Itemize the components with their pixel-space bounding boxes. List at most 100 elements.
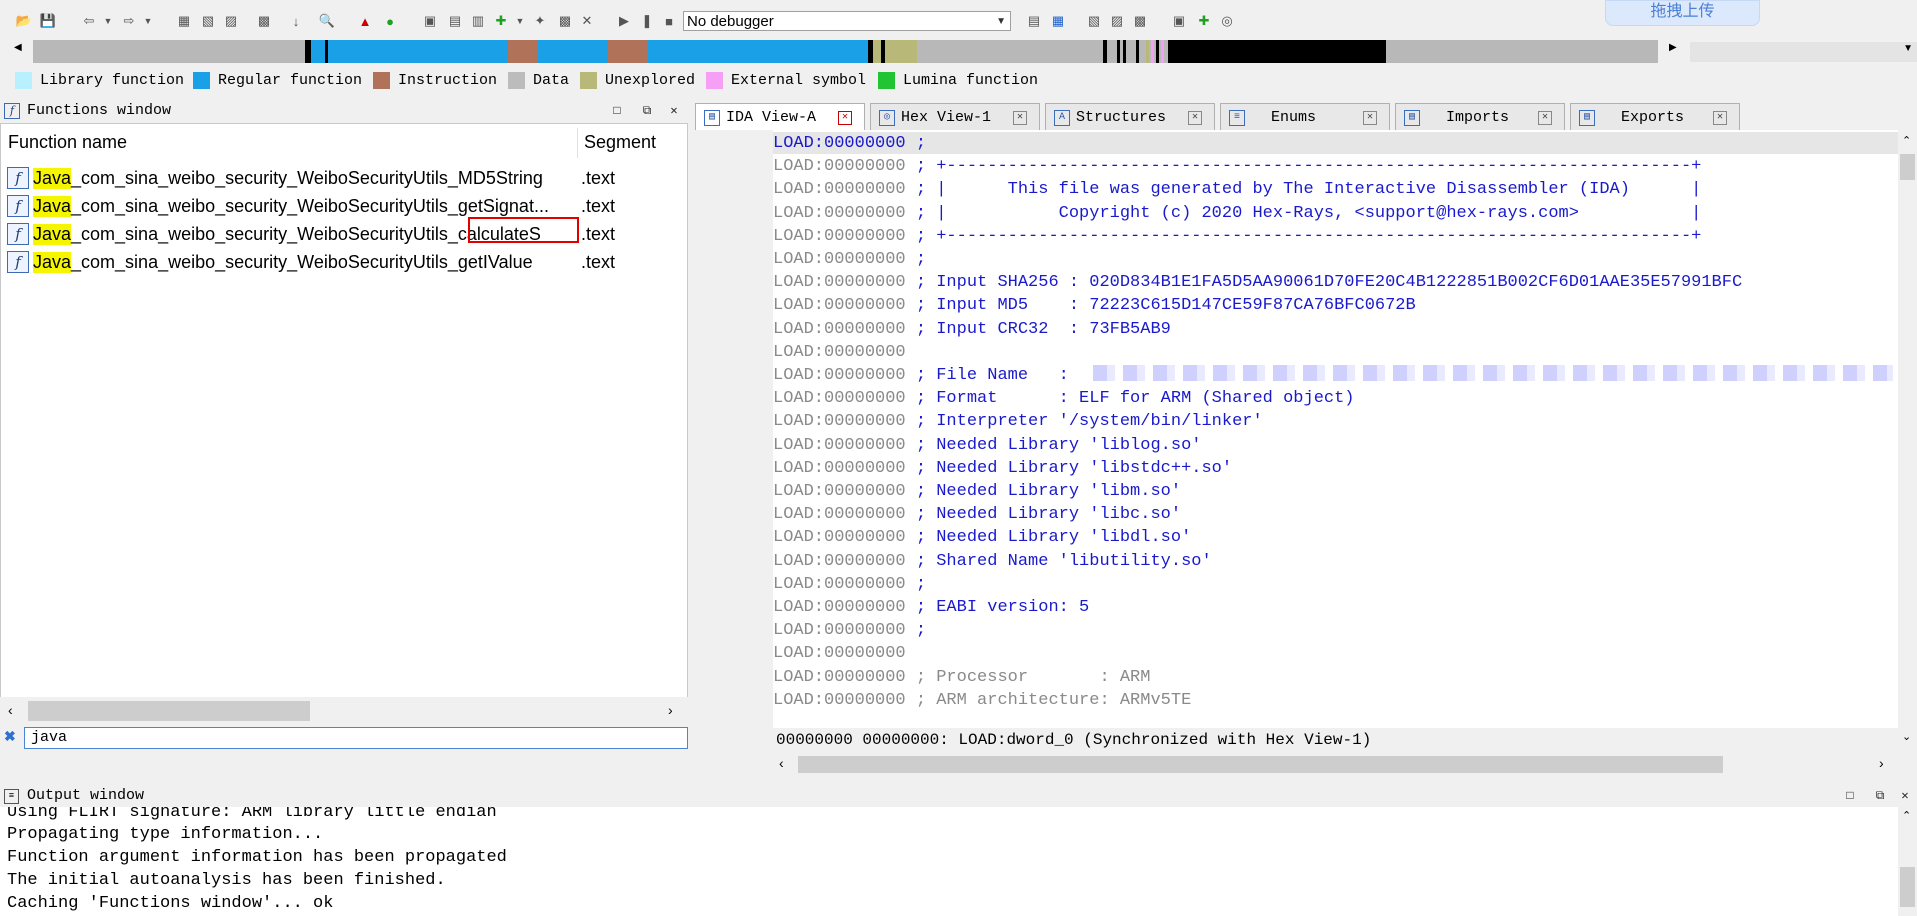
- ida-view-vertical-scrollbar[interactable]: ⌃ ⌄: [1898, 130, 1917, 752]
- disasm-line[interactable]: LOAD:00000000: [773, 341, 906, 364]
- search-text-icon[interactable]: ▧: [199, 12, 217, 30]
- scroll-left-icon[interactable]: ‹: [779, 755, 784, 771]
- forward-dropdown-icon[interactable]: ▼: [139, 12, 157, 30]
- plus-icon[interactable]: ✚: [492, 12, 510, 30]
- search-immediate-icon[interactable]: ▨: [222, 12, 240, 30]
- disasm-line[interactable]: LOAD:00000000 ;: [773, 619, 926, 642]
- close-icon[interactable]: ✕: [667, 104, 681, 118]
- tab-hex-view-1[interactable]: ◎ Hex View-1 ✕: [870, 103, 1040, 130]
- close-icon[interactable]: ✕: [838, 111, 852, 125]
- window-icon[interactable]: ▣: [1170, 12, 1188, 30]
- tracing-icon[interactable]: ▨: [1108, 12, 1126, 30]
- jump-icon[interactable]: ▩: [255, 12, 273, 30]
- plus-dropdown-icon[interactable]: ▼: [511, 12, 529, 30]
- col-divider[interactable]: [577, 128, 578, 158]
- nav-right-arrow-icon[interactable]: ▶: [1669, 42, 1677, 53]
- scroll-down-icon[interactable]: ⌄: [1902, 730, 1911, 743]
- output-vertical-scrollbar[interactable]: ⌃: [1898, 807, 1917, 916]
- disasm-line[interactable]: LOAD:00000000 ; Needed Library 'libc.so': [773, 503, 1181, 526]
- disasm-line[interactable]: LOAD:00000000 ; Format : ELF for ARM (Sh…: [773, 387, 1355, 410]
- close-icon[interactable]: ✕: [1898, 789, 1912, 803]
- ida-view-horizontal-scrollbar[interactable]: ‹ ›: [773, 752, 1900, 776]
- save-icon[interactable]: 💾: [39, 12, 57, 30]
- stop-icon[interactable]: ■: [660, 12, 678, 30]
- float-icon[interactable]: ⧉: [640, 104, 654, 118]
- debugger-select[interactable]: No debugger ▼: [683, 11, 1011, 31]
- lumina-pull-icon[interactable]: ◎: [1218, 12, 1236, 30]
- cross-icon[interactable]: ✕: [578, 12, 596, 30]
- function-row[interactable]: f Java _com_sina_weibo_security_WeiboSecu…: [1, 193, 687, 219]
- disasm-line[interactable]: LOAD:00000000 ; EABI version: 5: [773, 596, 1089, 619]
- lumina-push-icon[interactable]: ✚: [1195, 12, 1213, 30]
- plugin-icon[interactable]: ▩: [1131, 12, 1149, 30]
- scroll-right-icon[interactable]: ›: [668, 702, 673, 718]
- restore-icon[interactable]: □: [1843, 789, 1857, 803]
- col-segment[interactable]: Segment: [584, 132, 656, 153]
- filter-input[interactable]: java: [24, 727, 688, 749]
- disasm-line[interactable]: LOAD:00000000 ; Input CRC32 : 73FB5AB9: [773, 318, 1171, 341]
- add-struct-icon[interactable]: ▣: [421, 12, 439, 30]
- close-icon[interactable]: ✕: [1363, 111, 1377, 125]
- disasm-line[interactable]: LOAD:00000000 ; +-----------------------…: [773, 225, 1701, 248]
- function-row[interactable]: f Java _com_sina_weibo_security_WeiboSecu…: [1, 249, 687, 275]
- navigation-bar[interactable]: [33, 40, 1658, 63]
- col-function-name[interactable]: Function name: [8, 132, 127, 153]
- close-icon[interactable]: ✕: [1713, 111, 1727, 125]
- run-circle-icon[interactable]: ●: [381, 12, 399, 30]
- disasm-line[interactable]: LOAD:00000000 ; Processor : ARM: [773, 666, 1150, 689]
- close-icon[interactable]: ✕: [1013, 111, 1027, 125]
- disasm-line[interactable]: LOAD:00000000: [773, 642, 906, 665]
- disasm-line[interactable]: LOAD:00000000 ; Needed Library 'liblog.s…: [773, 434, 1201, 457]
- scrollbar-thumb[interactable]: [798, 756, 1723, 773]
- nav-left-arrow-icon[interactable]: ◀: [14, 42, 22, 53]
- breakpoint-icon[interactable]: ▧: [1085, 12, 1103, 30]
- disasm-line[interactable]: LOAD:00000000 ; | This file was generate…: [773, 178, 1701, 201]
- disasm-line[interactable]: LOAD:00000000 ; Needed Library 'libdl.so…: [773, 526, 1191, 549]
- tab-enums[interactable]: ≡ Enums ✕: [1220, 103, 1390, 130]
- functions-horizontal-scrollbar[interactable]: ‹ ›: [0, 697, 688, 725]
- upload-button[interactable]: 拖拽上传: [1605, 0, 1760, 26]
- camera-icon[interactable]: ▩: [556, 12, 574, 30]
- debugger-options-icon[interactable]: ▤: [1025, 12, 1043, 30]
- add-enum-icon[interactable]: ▤: [446, 12, 464, 30]
- pin-icon[interactable]: ✦: [531, 12, 549, 30]
- disasm-line[interactable]: LOAD:00000000 ; File Name :: [773, 364, 1069, 387]
- pause-icon[interactable]: ❚: [638, 12, 656, 30]
- disasm-line[interactable]: LOAD:00000000 ; Needed Library 'libstdc+…: [773, 457, 1232, 480]
- disasm-line[interactable]: LOAD:00000000 ; Interpreter '/system/bin…: [773, 410, 1263, 433]
- open-icon[interactable]: 📂: [15, 12, 33, 30]
- disasm-line[interactable]: LOAD:00000000 ; Shared Name 'libutility.…: [773, 550, 1212, 573]
- tab-ida-view-a[interactable]: ▤ IDA View-A ✕: [695, 103, 865, 130]
- ida-view-disassembly[interactable]: LOAD:00000000 ; LOAD:00000000 ; +--------…: [773, 130, 1900, 732]
- disasm-line[interactable]: LOAD:00000000 ;: [773, 132, 926, 155]
- disasm-line[interactable]: LOAD:00000000 ;: [773, 573, 926, 596]
- back-icon[interactable]: ⇦: [80, 12, 98, 30]
- tab-exports[interactable]: ▤ Exports ✕: [1570, 103, 1740, 130]
- close-icon[interactable]: ✕: [1538, 111, 1552, 125]
- scrollbar-thumb[interactable]: [28, 701, 310, 721]
- attach-icon[interactable]: ▦: [1049, 12, 1067, 30]
- scrollbar-thumb[interactable]: [1900, 867, 1915, 907]
- function-row[interactable]: f Java _com_sina_weibo_security_WeiboSecu…: [1, 165, 687, 191]
- export-icon[interactable]: ▥: [469, 12, 487, 30]
- disasm-line[interactable]: LOAD:00000000 ;: [773, 248, 926, 271]
- back-dropdown-icon[interactable]: ▼: [99, 12, 117, 30]
- down-arrow-icon[interactable]: ↓: [287, 12, 305, 30]
- function-row[interactable]: f Java _com_sina_weibo_security_WeiboSecu…: [1, 217, 687, 247]
- scrollbar-thumb[interactable]: [1900, 154, 1915, 180]
- tab-structures[interactable]: A Structures ✕: [1045, 103, 1215, 130]
- scroll-right-icon[interactable]: ›: [1879, 755, 1884, 771]
- search-binary-icon[interactable]: ▦: [175, 12, 193, 30]
- scroll-up-icon[interactable]: ⌃: [1902, 134, 1911, 147]
- forward-icon[interactable]: ⇨: [120, 12, 138, 30]
- float-icon[interactable]: ⧉: [1873, 789, 1887, 803]
- clear-filter-icon[interactable]: ✖: [4, 728, 16, 745]
- disasm-line[interactable]: LOAD:00000000 ; | Copyright (c) 2020 Hex…: [773, 202, 1701, 225]
- scroll-up-icon[interactable]: ⌃: [1902, 809, 1911, 822]
- disasm-line[interactable]: LOAD:00000000 ; Needed Library 'libm.so': [773, 480, 1181, 503]
- output-window-log[interactable]: Using FLIRT signature: ARM library littl…: [0, 807, 1898, 916]
- graph-icon[interactable]: ▲: [356, 12, 374, 30]
- nav-overview-box[interactable]: ▼: [1690, 42, 1917, 62]
- disasm-line[interactable]: LOAD:00000000 ; ARM architecture: ARMv5T…: [773, 689, 1191, 712]
- disasm-line[interactable]: LOAD:00000000 ; Input SHA256 : 020D834B1…: [773, 271, 1742, 294]
